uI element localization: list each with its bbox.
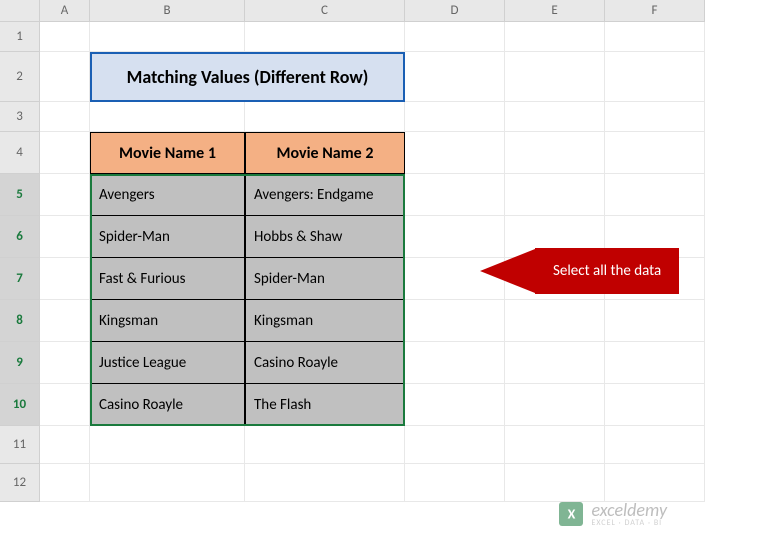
cell[interactable]	[505, 342, 605, 384]
cell[interactable]	[505, 426, 605, 464]
cell[interactable]	[405, 22, 505, 52]
row-header-8[interactable]: 8	[0, 300, 40, 342]
cell[interactable]	[40, 342, 90, 384]
cell[interactable]	[605, 342, 705, 384]
cell[interactable]	[405, 52, 505, 102]
data-cell[interactable]: Fast & Furious	[90, 258, 245, 300]
exceldemy-icon	[559, 502, 583, 526]
row-header-7[interactable]: 7	[0, 258, 40, 300]
cell[interactable]	[90, 426, 245, 464]
data-cell[interactable]: Casino Roayle	[245, 342, 405, 384]
cell[interactable]	[405, 464, 505, 502]
data-cell[interactable]: Kingsman	[90, 300, 245, 342]
cell[interactable]	[245, 426, 405, 464]
title-cell[interactable]: Matching Values (Different Row)	[90, 52, 405, 102]
cell[interactable]	[605, 426, 705, 464]
watermark-sub: EXCEL · DATA · BI	[591, 519, 667, 527]
cell[interactable]	[40, 102, 90, 132]
cell[interactable]	[605, 102, 705, 132]
cell[interactable]	[40, 174, 90, 216]
cell[interactable]	[40, 52, 90, 102]
cell[interactable]	[40, 258, 90, 300]
data-cell[interactable]: Justice League	[90, 342, 245, 384]
cell[interactable]	[40, 426, 90, 464]
cell[interactable]	[405, 426, 505, 464]
cell[interactable]	[245, 22, 405, 52]
cell[interactable]	[40, 464, 90, 502]
data-cell[interactable]: Avengers: Endgame	[245, 174, 405, 216]
cell[interactable]	[90, 22, 245, 52]
data-cell[interactable]: Spider-Man	[245, 258, 405, 300]
row-header-5[interactable]: 5	[0, 174, 40, 216]
cell[interactable]	[505, 102, 605, 132]
callout-arrow-icon	[480, 249, 535, 293]
col-header-B[interactable]: B	[90, 0, 245, 22]
col-header-E[interactable]: E	[505, 0, 605, 22]
cell[interactable]	[90, 464, 245, 502]
cell[interactable]	[505, 174, 605, 216]
data-cell[interactable]: Avengers	[90, 174, 245, 216]
cell[interactable]	[405, 342, 505, 384]
row-header-11[interactable]: 11	[0, 426, 40, 464]
cell[interactable]	[505, 22, 605, 52]
callout: Select all the data	[480, 248, 679, 294]
cell[interactable]	[405, 132, 505, 174]
cell[interactable]	[505, 384, 605, 426]
row-header-10[interactable]: 10	[0, 384, 40, 426]
corner-cell[interactable]	[0, 0, 40, 22]
cell[interactable]	[605, 384, 705, 426]
data-cell[interactable]: Kingsman	[245, 300, 405, 342]
cell[interactable]	[605, 22, 705, 52]
watermark-main: exceldemy	[591, 501, 667, 519]
cell[interactable]	[405, 174, 505, 216]
data-cell[interactable]: Casino Roayle	[90, 384, 245, 426]
cell[interactable]	[505, 52, 605, 102]
row-header-3[interactable]: 3	[0, 102, 40, 132]
cell[interactable]	[40, 384, 90, 426]
cell[interactable]	[40, 216, 90, 258]
cell[interactable]	[605, 300, 705, 342]
data-cell[interactable]: Hobbs & Shaw	[245, 216, 405, 258]
row-header-4[interactable]: 4	[0, 132, 40, 174]
cell[interactable]	[405, 102, 505, 132]
data-cell[interactable]: The Flash	[245, 384, 405, 426]
row-header-9[interactable]: 9	[0, 342, 40, 384]
col-header-A[interactable]: A	[40, 0, 90, 22]
cell[interactable]	[505, 132, 605, 174]
row-header-1[interactable]: 1	[0, 22, 40, 52]
watermark: exceldemy EXCEL · DATA · BI	[559, 501, 667, 527]
cell[interactable]	[40, 132, 90, 174]
cell[interactable]	[605, 464, 705, 502]
cell[interactable]	[505, 300, 605, 342]
cell[interactable]	[605, 52, 705, 102]
row-header-2[interactable]: 2	[0, 52, 40, 102]
cell[interactable]	[245, 464, 405, 502]
row-header-12[interactable]: 12	[0, 464, 40, 502]
cell[interactable]	[605, 174, 705, 216]
callout-text: Select all the data	[535, 248, 679, 294]
cell[interactable]	[505, 464, 605, 502]
cell[interactable]	[40, 300, 90, 342]
col-header-C[interactable]: C	[245, 0, 405, 22]
table-header-1[interactable]: Movie Name 1	[90, 132, 245, 174]
cell[interactable]	[405, 384, 505, 426]
cell[interactable]	[605, 132, 705, 174]
data-cell[interactable]: Spider-Man	[90, 216, 245, 258]
table-header-2[interactable]: Movie Name 2	[245, 132, 405, 174]
cell[interactable]	[405, 300, 505, 342]
cell[interactable]	[40, 22, 90, 52]
cell[interactable]	[90, 102, 245, 132]
col-header-D[interactable]: D	[405, 0, 505, 22]
cell[interactable]	[245, 102, 405, 132]
col-header-F[interactable]: F	[605, 0, 705, 22]
row-header-6[interactable]: 6	[0, 216, 40, 258]
